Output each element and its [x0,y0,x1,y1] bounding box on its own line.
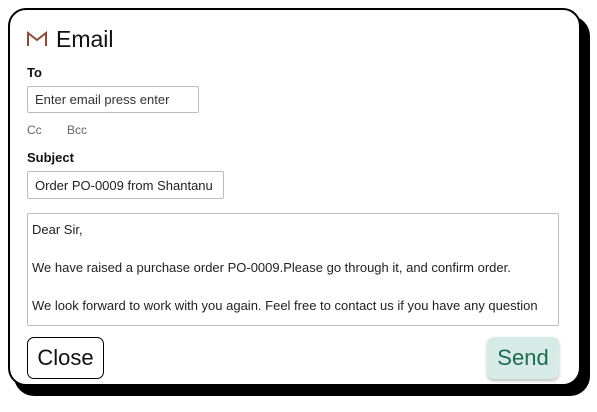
email-compose-card: Email To Enter email press enter Cc Bcc … [8,8,581,386]
close-button[interactable]: Close [27,337,104,379]
to-placeholder: Enter email press enter [35,92,170,107]
cc-link[interactable]: Cc [27,123,42,137]
body-line [32,277,554,296]
body-line: Dear Sir, [32,222,83,237]
body-line: We have raised a purchase order PO-0009.… [32,260,511,275]
bcc-link[interactable]: Bcc [67,123,87,137]
subject-input[interactable]: Order PO-0009 from Shantanu [27,171,224,199]
to-email-input[interactable]: Enter email press enter [27,86,199,113]
body-line [32,239,554,258]
message-body-textarea[interactable]: Dear Sir, We have raised a purchase orde… [27,213,559,326]
header: Email [26,24,114,54]
gmail-m-icon [26,31,48,47]
subject-value: Order PO-0009 from Shantanu [35,177,213,193]
page-title: Email [56,25,114,52]
to-label: To [27,65,42,80]
subject-label: Subject [27,150,74,165]
body-line: We look forward to work with you again. … [32,298,538,313]
send-button[interactable]: Send [487,337,559,379]
